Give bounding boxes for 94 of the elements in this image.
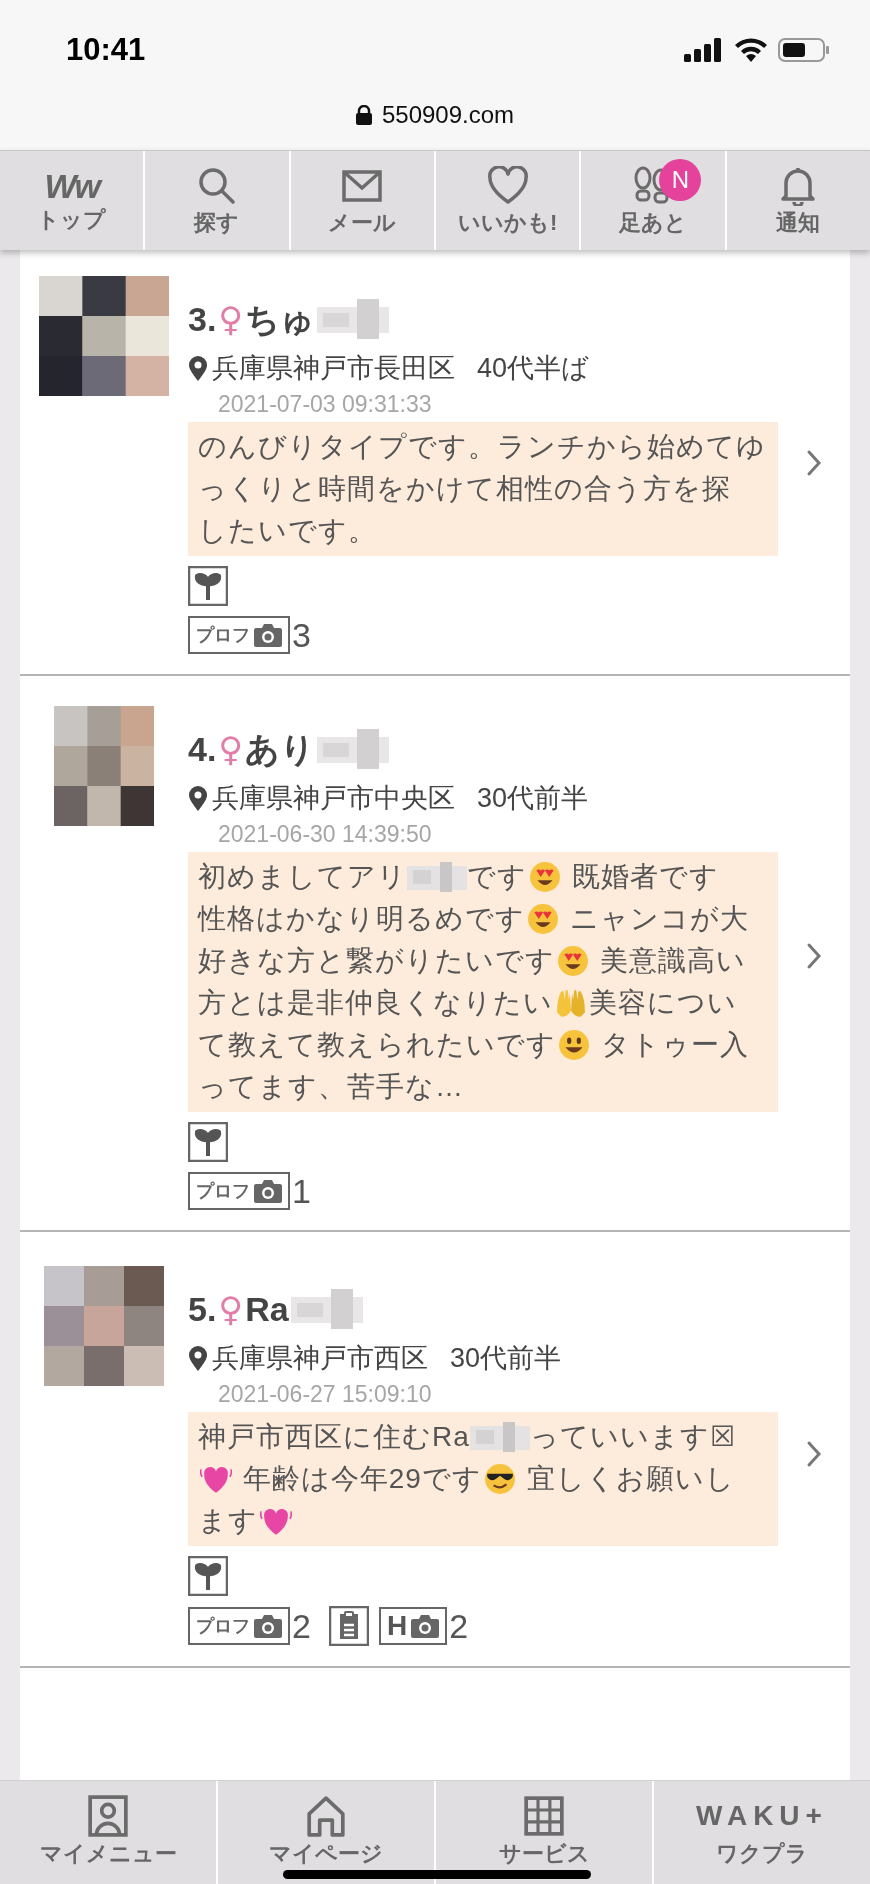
message-text: 初めましてアリ bbox=[198, 860, 407, 894]
grid-icon bbox=[523, 1795, 565, 1837]
message-text: ってます、苦手な… bbox=[198, 1070, 464, 1104]
tab-label: サービス bbox=[498, 1841, 590, 1867]
heart-eyes-emoji-icon bbox=[527, 903, 559, 935]
female-symbol: ♀ bbox=[218, 727, 244, 771]
redaction-mark bbox=[407, 862, 467, 892]
wifi-icon bbox=[734, 38, 768, 62]
message-text: っていいます☒ bbox=[529, 1420, 736, 1454]
message-text: ニャンコが大 bbox=[568, 902, 749, 936]
photo-count: 2 bbox=[449, 1609, 469, 1643]
home-icon bbox=[305, 1795, 347, 1837]
chevron-right-icon[interactable] bbox=[806, 449, 822, 477]
location-text: 兵庫県神戸市長田区 bbox=[212, 351, 455, 385]
sprout-icon bbox=[188, 566, 228, 606]
camera-icon bbox=[254, 1179, 282, 1203]
tab-label: マイメニュー bbox=[39, 1841, 177, 1867]
tab-label: 探す bbox=[194, 209, 240, 236]
battery-icon bbox=[778, 38, 830, 62]
message-text: ます bbox=[198, 1504, 258, 1538]
heart-icon bbox=[487, 165, 528, 206]
tab-label: マイページ bbox=[269, 1841, 383, 1867]
lock-icon bbox=[355, 105, 372, 125]
clock-time: 10:41 bbox=[66, 30, 146, 69]
url-text: 550909.com bbox=[381, 100, 515, 130]
heart-eyes-emoji-icon bbox=[529, 861, 561, 893]
notification-badge: N bbox=[659, 159, 702, 201]
search-icon bbox=[197, 165, 237, 206]
female-symbol: ♀ bbox=[218, 1287, 244, 1331]
tab-label: ワクプラ bbox=[716, 1841, 808, 1867]
message-text: 美容につい bbox=[589, 986, 737, 1020]
bottom-tab[interactable]: WAKU+ ワクプラ bbox=[654, 1781, 870, 1884]
age-text: 30代前半 bbox=[450, 1341, 562, 1375]
photo-count: 3 bbox=[292, 618, 311, 652]
message-text: て教えて教えられたいです bbox=[198, 1028, 556, 1062]
location-pin-icon bbox=[188, 1345, 208, 1371]
message-text: 年齢は今年29です bbox=[241, 1462, 482, 1496]
user-name: Ra bbox=[245, 1288, 289, 1330]
smiling-face-icon bbox=[558, 1029, 590, 1061]
profile-icon bbox=[87, 1795, 129, 1837]
message-text: っくりと時間をかけて相性の合う方を探 bbox=[198, 472, 731, 506]
message-text: 既婚者です bbox=[570, 860, 719, 894]
age-text: 40代半ば bbox=[477, 351, 590, 385]
post-date: 2021-06-27 15:09:10 bbox=[217, 1380, 432, 1409]
photo-count: 1 bbox=[292, 1174, 311, 1208]
female-symbol: ♀ bbox=[218, 297, 244, 341]
badge-label: プロフ bbox=[196, 1617, 250, 1635]
camera-icon bbox=[254, 1614, 282, 1638]
message-text: です bbox=[467, 860, 527, 894]
camera-icon bbox=[254, 623, 282, 647]
photo-count: 2 bbox=[292, 1609, 311, 1643]
chevron-right-icon[interactable] bbox=[806, 1440, 822, 1468]
message-text: 好きな方と繋がりたいです bbox=[198, 944, 555, 978]
tab-label: トップ bbox=[37, 206, 107, 233]
camera-icon bbox=[411, 1614, 440, 1638]
message-text: 神戸市西区に住むRa bbox=[198, 1420, 470, 1454]
redaction-mark bbox=[469, 1422, 530, 1452]
badge-label: プロフ bbox=[196, 1182, 250, 1200]
badge-label: H bbox=[386, 1612, 408, 1640]
bottom-tab[interactable]: マイメニュー bbox=[0, 1781, 218, 1884]
message-text: タトゥー入 bbox=[599, 1028, 749, 1062]
rank-number: 5. bbox=[188, 1288, 217, 1330]
chevron-right-icon[interactable] bbox=[806, 942, 822, 970]
sprout-icon bbox=[188, 1556, 228, 1596]
sprout-icon bbox=[188, 1122, 228, 1162]
tab-label: 通知 bbox=[776, 209, 821, 236]
post-date: 2021-07-03 09:31:33 bbox=[217, 390, 432, 419]
message-text: のんびりタイプです。ランチから始めてゆ bbox=[198, 430, 766, 464]
location-pin-icon bbox=[188, 785, 208, 811]
tab-label: メール bbox=[328, 209, 397, 236]
message-text: 美意識高い bbox=[598, 944, 746, 978]
tab-label: いいかも! bbox=[458, 209, 558, 236]
heart-eyes-emoji-icon bbox=[557, 945, 589, 977]
location-text: 兵庫県神戸市西区 bbox=[212, 1341, 428, 1375]
message-text: 宜しくお願いし bbox=[525, 1462, 735, 1496]
badge-label: プロフ bbox=[196, 626, 250, 644]
age-text: 30代前半 bbox=[477, 781, 589, 815]
user-name: あり bbox=[245, 728, 316, 770]
document-icon bbox=[328, 1606, 369, 1646]
user-name: ちゅ bbox=[245, 298, 316, 340]
nav-tab[interactable]: 通知 bbox=[726, 151, 870, 250]
location-text: 兵庫県神戸市中央区 bbox=[212, 781, 455, 815]
message-text: したいです。 bbox=[198, 514, 377, 548]
logo-text: WAKU+ bbox=[696, 1799, 828, 1833]
post-date: 2021-06-30 14:39:50 bbox=[217, 820, 432, 849]
sunglasses-face-icon bbox=[483, 1463, 516, 1495]
rank-number: 3. bbox=[188, 298, 217, 340]
rank-number: 4. bbox=[188, 728, 217, 770]
signal-icon bbox=[684, 38, 724, 62]
message-text: 性格はかなり明るめです bbox=[198, 902, 525, 936]
raised-hands-icon bbox=[555, 987, 587, 1019]
location-pin-icon bbox=[188, 355, 208, 381]
message-text: 方とは是非仲良くなりたい bbox=[198, 986, 553, 1020]
tab-label: 足あと bbox=[618, 209, 687, 236]
